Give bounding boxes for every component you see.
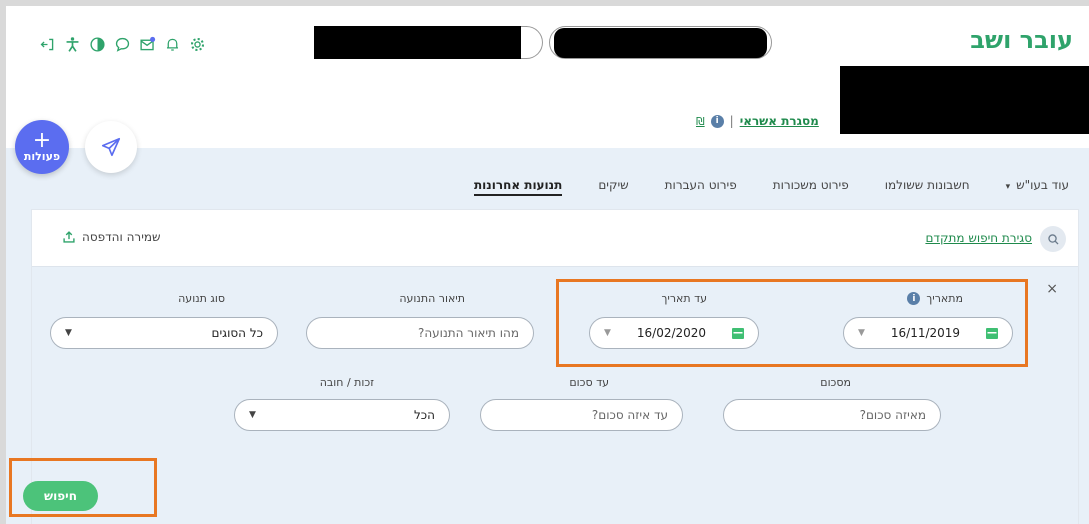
save-print-button[interactable]: שמירה והדפסה xyxy=(62,230,161,244)
date-range-highlight xyxy=(556,279,1028,367)
bell-icon[interactable] xyxy=(163,35,182,54)
close-advanced-search-link[interactable]: סגירת חיפוש מתקדם xyxy=(925,231,1032,245)
logout-icon[interactable] xyxy=(38,35,57,54)
credit-debit-label: זכות / חובה xyxy=(319,376,374,389)
credit-debit-value: הכל xyxy=(413,408,435,422)
tab-checks[interactable]: שיקים xyxy=(598,178,628,196)
contrast-icon[interactable] xyxy=(88,35,107,54)
save-print-label: שמירה והדפסה xyxy=(82,230,161,244)
tab-more[interactable]: עוד בעו"ש ▾ xyxy=(1006,178,1069,196)
redacted-block xyxy=(554,28,767,58)
amount-from-label: מסכום xyxy=(820,376,851,389)
transaction-type-label: סוג תנועה xyxy=(178,292,225,305)
tab-recent-transactions[interactable]: תנועות אחרונות xyxy=(473,178,563,196)
credit-debit-select[interactable]: הכל ▼ xyxy=(234,399,450,431)
tab-bar: תנועות אחרונות שיקים פירוט העברות פירוט … xyxy=(473,178,1069,196)
chevron-down-icon: ▾ xyxy=(1005,182,1011,192)
mail-icon[interactable] xyxy=(138,35,157,54)
credit-line: מסגרת אשראי | i ₪ xyxy=(696,114,819,128)
currency-sign: ₪ xyxy=(696,114,705,128)
tab-salaries[interactable]: פירוט משכורות xyxy=(773,178,849,196)
info-icon[interactable]: i xyxy=(710,114,724,128)
tab-paid-bills[interactable]: חשבונות ששולמו xyxy=(885,178,970,196)
description-label: תיאור התנועה xyxy=(399,292,465,305)
redacted-block xyxy=(314,26,527,59)
amount-to-input[interactable]: עד איזה סכום? xyxy=(480,399,683,431)
description-input[interactable]: מהו תיאור התנועה? xyxy=(306,317,534,349)
app-window: עובר ושב מסגרת אשראי | i ₪ + פעולות תנוע… xyxy=(6,6,1089,524)
chat-icon[interactable] xyxy=(113,35,132,54)
amount-from-placeholder: מאיזה סכום? xyxy=(859,408,926,422)
panel-header: סגירת חיפוש מתקדם שמירה והדפסה xyxy=(32,210,1078,267)
actions-label: פעולות xyxy=(23,149,61,163)
brand-logo: עובר ושב xyxy=(970,26,1073,54)
close-icon[interactable]: × xyxy=(1046,281,1058,297)
transaction-type-value: כל הסוגים xyxy=(211,326,263,340)
upload-icon xyxy=(63,231,75,243)
gear-icon[interactable] xyxy=(188,35,207,54)
credit-limit-link[interactable]: מסגרת אשראי xyxy=(740,114,819,128)
amount-to-label: עד סכום xyxy=(569,376,609,389)
tab-transfers[interactable]: פירוט העברות xyxy=(665,178,737,196)
account-selector-outline[interactable] xyxy=(521,26,543,59)
toolbar xyxy=(38,35,207,54)
plus-icon: + xyxy=(32,127,52,153)
redacted-block xyxy=(840,66,1089,134)
accessibility-icon[interactable] xyxy=(63,35,82,54)
chevron-down-icon: ▼ xyxy=(249,410,256,420)
tab-more-label: עוד בעו"ש xyxy=(1016,178,1069,192)
search-icon[interactable] xyxy=(1040,226,1066,252)
amount-from-input[interactable]: מאיזה סכום? xyxy=(723,399,941,431)
description-placeholder: מהו תיאור התנועה? xyxy=(417,326,519,340)
search-button[interactable]: חיפוש xyxy=(23,481,98,511)
actions-button[interactable]: + פעולות xyxy=(15,120,69,174)
transaction-type-select[interactable]: כל הסוגים ▼ xyxy=(50,317,278,349)
amount-to-placeholder: עד איזה סכום? xyxy=(591,408,668,422)
separator: | xyxy=(729,114,734,128)
send-button[interactable] xyxy=(85,121,137,173)
chevron-down-icon: ▼ xyxy=(65,328,72,338)
send-icon xyxy=(101,137,121,157)
